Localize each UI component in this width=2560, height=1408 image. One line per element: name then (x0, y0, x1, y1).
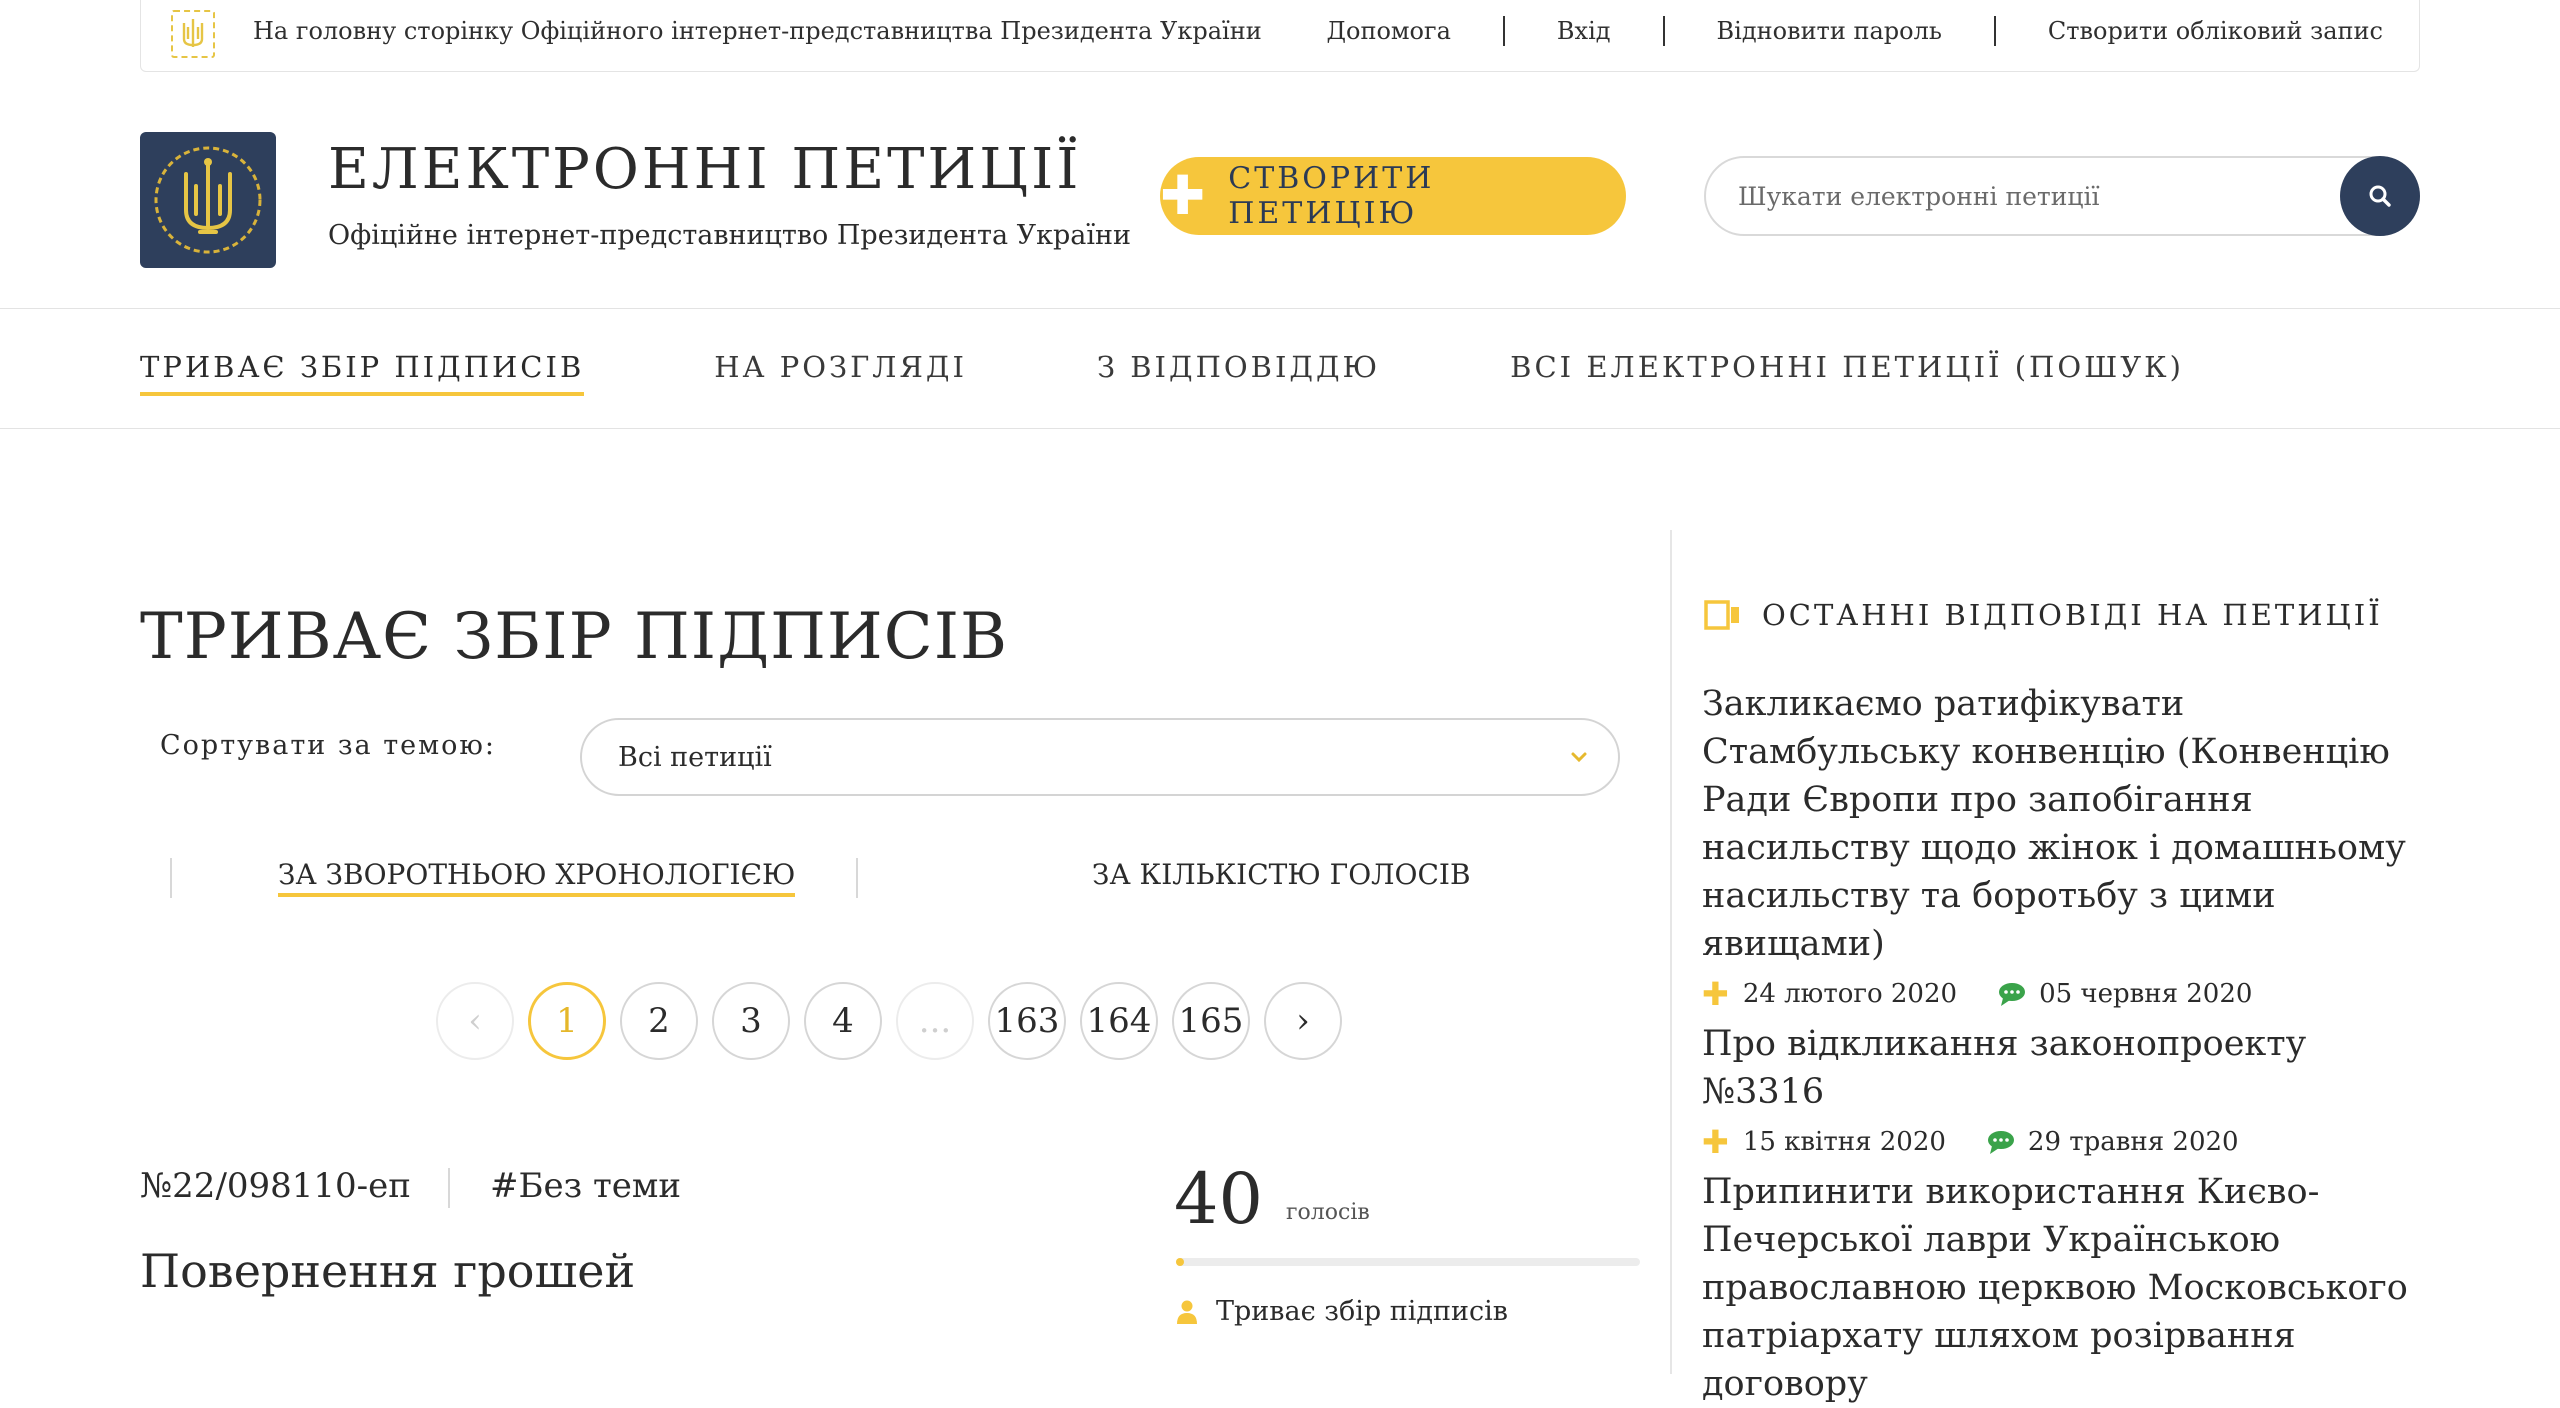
created-plus-icon: ✚ (1702, 1123, 1729, 1161)
chevron-down-icon (1571, 752, 1587, 763)
order-divider (170, 858, 172, 898)
tab-under-review[interactable]: НА РОЗГЛЯДІ (714, 350, 967, 396)
page-ellipsis: ... (896, 982, 974, 1060)
link-divider (1502, 16, 1505, 46)
link-divider (1662, 16, 1665, 46)
top-utility-bar: На головну сторінку Офіційного інтернет-… (140, 0, 2420, 72)
nav-divider (0, 428, 2560, 429)
plus-icon: ✚ (1160, 164, 1209, 227)
petition-meta-divider (448, 1168, 450, 1208)
votes-progress-bar (1176, 1258, 1640, 1266)
trident-mini-icon[interactable] (171, 10, 215, 58)
created-plus-icon: ✚ (1702, 975, 1729, 1013)
tab-answered[interactable]: З ВІДПОВІДДЮ (1097, 350, 1380, 396)
votes-count: 40 (1174, 1158, 1264, 1240)
link-divider (1993, 16, 1996, 46)
prev-page-button[interactable]: ‹ (436, 982, 514, 1060)
sort-label: Сортувати за темою: (160, 730, 497, 761)
petition-number: №22/098110-еп (140, 1166, 411, 1206)
page-163[interactable]: 163 (988, 982, 1066, 1060)
page-165[interactable]: 165 (1172, 982, 1250, 1060)
site-logo[interactable] (140, 132, 276, 268)
created-date: 15 квітня 2020 (1742, 1127, 1946, 1157)
tab-all-petitions-search[interactable]: ВСІ ЕЛЕКТРОННІ ПЕТИЦІЇ (ПОШУК) (1510, 350, 2184, 396)
page-4[interactable]: 4 (804, 982, 882, 1060)
page-title: ТРИВАЄ ЗБІР ПІДПИСІВ (140, 600, 1008, 674)
order-by-votes[interactable]: ЗА КІЛЬКІСТЮ ГОЛОСІВ (1092, 858, 1471, 891)
petition-status: Триває збір підписів (1176, 1296, 1508, 1327)
response-dates: ✚ 15 квітня 2020 29 травня 2020 (1702, 1126, 2422, 1158)
topic-select-value: Всі петиції (618, 741, 772, 773)
search-input[interactable] (1736, 158, 2296, 234)
pagination: ‹ 1 2 3 4 ... 163 164 165 › (436, 982, 1356, 1060)
sidebar-divider (1670, 530, 1672, 1374)
chat-bubble-icon (1987, 1131, 2014, 1154)
trident-emblem-icon (154, 146, 262, 254)
petition-tag[interactable]: #Без теми (490, 1166, 681, 1206)
search-icon (2369, 185, 2391, 207)
chat-bubble-icon (1999, 983, 2026, 1006)
search-box (1704, 156, 2420, 236)
petition-title[interactable]: Повернення грошей (140, 1244, 635, 1298)
site-title[interactable]: ЕЛЕКТРОННІ ПЕТИЦІЇ (328, 142, 1081, 198)
page-3[interactable]: 3 (712, 982, 790, 1060)
home-link[interactable]: На головну сторінку Офіційного інтернет-… (253, 17, 1262, 45)
order-options: ЗА ЗВОРОТНЬОЮ ХРОНОЛОГІЄЮ ЗА КІЛЬКІСТЮ Г… (170, 858, 1620, 898)
help-link[interactable]: Допомога (1320, 17, 1456, 45)
response-item: Про відкликання законопроекту №3316 ✚ 15… (1702, 1020, 2422, 1158)
sidebar-heading-text: ОСТАННІ ВІДПОВІДІ НА ПЕТИЦІЇ (1762, 598, 2383, 632)
topic-select[interactable]: Всі петиції (580, 718, 1620, 796)
response-title[interactable]: Закликаємо ратифікувати Стамбульську кон… (1702, 680, 2422, 968)
answered-date: 29 травня 2020 (2027, 1127, 2239, 1157)
tab-collecting-signatures[interactable]: ТРИВАЄ ЗБІР ПІДПИСІВ (140, 350, 585, 396)
votes-label: голосів (1286, 1200, 1370, 1225)
header-divider (0, 308, 2560, 309)
account-links: Допомога Вхід Відновити пароль Створити … (1320, 0, 2389, 62)
order-divider (856, 858, 858, 898)
response-dates: ✚ 24 лютого 2020 05 червня 2020 (1702, 978, 2422, 1010)
create-petition-button[interactable]: ✚ СТВОРИТИ ПЕТИЦІЮ (1160, 157, 1626, 235)
response-item: Припинити використання Києво-Печерської … (1702, 1168, 2422, 1408)
person-icon (1177, 1300, 1197, 1324)
next-page-button[interactable]: › (1264, 982, 1342, 1060)
site-subtitle: Офіційне інтернет-представництво Президе… (328, 220, 1132, 251)
page-164[interactable]: 164 (1080, 982, 1158, 1060)
petition-status-text: Триває збір підписів (1216, 1296, 1508, 1327)
response-title[interactable]: Припинити використання Києво-Печерської … (1702, 1168, 2422, 1408)
order-reverse-chronology[interactable]: ЗА ЗВОРОТНЬОЮ ХРОНОЛОГІЄЮ (278, 858, 796, 897)
reset-password-link[interactable]: Відновити пароль (1711, 17, 1948, 45)
response-title[interactable]: Про відкликання законопроекту №3316 (1702, 1020, 2422, 1116)
page-2[interactable]: 2 (620, 982, 698, 1060)
login-link[interactable]: Вхід (1551, 17, 1617, 45)
document-icon (1704, 600, 1739, 630)
created-date: 24 лютого 2020 (1742, 979, 1958, 1009)
response-item: Закликаємо ратифікувати Стамбульську кон… (1702, 680, 2422, 1010)
answered-date: 05 червня 2020 (2039, 979, 2253, 1009)
main-nav: ТРИВАЄ ЗБІР ПІДПИСІВ НА РОЗГЛЯДІ З ВІДПО… (140, 350, 2314, 396)
search-button[interactable] (2340, 156, 2420, 236)
votes-progress-fill (1176, 1258, 1184, 1266)
sidebar-heading: ОСТАННІ ВІДПОВІДІ НА ПЕТИЦІЇ (1704, 598, 2383, 632)
register-link[interactable]: Створити обліковий запис (2042, 17, 2389, 45)
page-1[interactable]: 1 (528, 982, 606, 1060)
create-petition-label: СТВОРИТИ ПЕТИЦІЮ (1228, 161, 1435, 231)
